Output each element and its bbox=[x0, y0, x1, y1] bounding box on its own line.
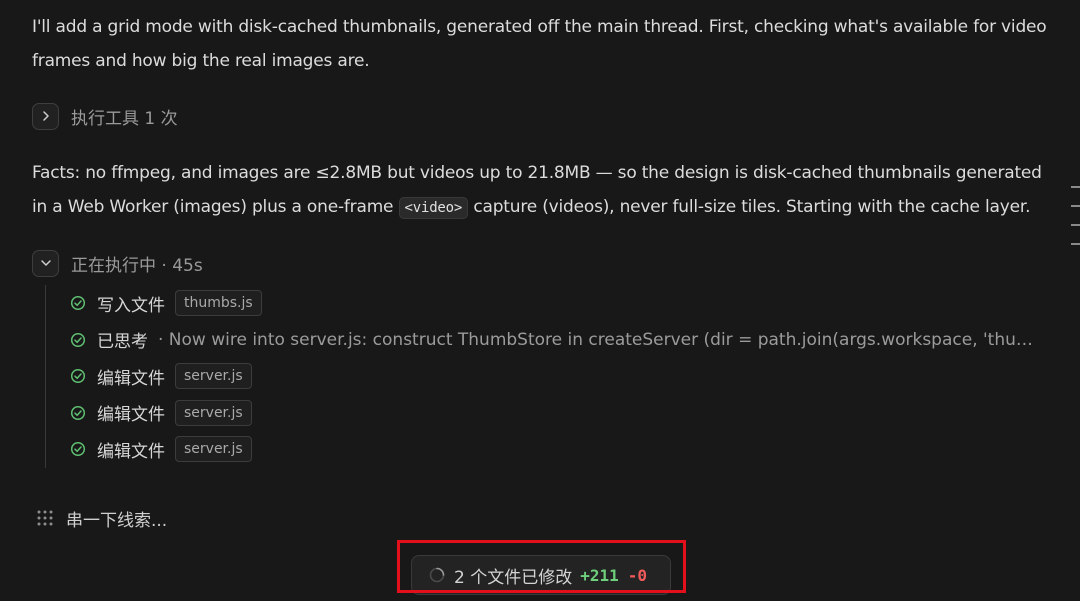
assistant-message-facts: Facts: no ffmpeg, and images are ≤2.8MB … bbox=[32, 156, 1052, 225]
scroll-minimap[interactable] bbox=[1071, 186, 1080, 262]
check-circle-icon bbox=[70, 296, 86, 311]
facts-text-after: capture (videos), never full-size tiles.… bbox=[468, 197, 1031, 217]
inline-code-video: <video> bbox=[398, 197, 469, 219]
step-label: 写入文件 bbox=[97, 295, 165, 316]
tool-step-thought[interactable]: 已思考 · Now wire into server.js: construct… bbox=[70, 322, 1055, 359]
assistant-message-intro: I'll add a grid mode with disk-cached th… bbox=[32, 17, 1047, 71]
tool-step-edit-file[interactable]: 编辑文件 server.js bbox=[70, 358, 1055, 395]
chat-panel: I'll add a grid mode with disk-cached th… bbox=[0, 0, 1080, 601]
file-chip[interactable]: server.js bbox=[175, 399, 252, 426]
chevron-right-icon[interactable] bbox=[32, 102, 59, 130]
tool-step-edit-file[interactable]: 编辑文件 server.js bbox=[70, 395, 1055, 432]
file-chip[interactable]: server.js bbox=[175, 436, 252, 463]
tool-step-write-file[interactable]: 写入文件 thumbs.js bbox=[70, 285, 1055, 322]
tool-step-edit-file[interactable]: 编辑文件 server.js bbox=[70, 431, 1055, 468]
check-circle-icon bbox=[70, 405, 86, 420]
tool-step-list: 写入文件 thumbs.js 已思考 · Now wire into serve… bbox=[45, 285, 1055, 468]
tool-group-label: 执行工具 1 次 bbox=[71, 108, 178, 129]
file-chip[interactable]: server.js bbox=[175, 363, 252, 390]
step-label: 编辑文件 bbox=[97, 405, 165, 426]
check-circle-icon bbox=[70, 369, 86, 384]
file-chip[interactable]: thumbs.js bbox=[175, 290, 262, 317]
thought-summary: · Now wire into server.js: construct Thu… bbox=[158, 329, 1048, 350]
step-label: 编辑文件 bbox=[97, 441, 165, 462]
tool-group-running-label: 正在执行中 · 45s bbox=[71, 255, 203, 276]
check-circle-icon bbox=[70, 332, 86, 347]
step-label: 已思考 bbox=[97, 332, 148, 353]
thinking-status: 串一下线索... bbox=[36, 505, 167, 531]
highlight-box bbox=[397, 540, 686, 593]
thinking-status-text: 串一下线索... bbox=[66, 510, 168, 531]
chevron-down-icon[interactable] bbox=[32, 249, 59, 277]
dots-grid-icon bbox=[37, 510, 53, 526]
check-circle-icon bbox=[70, 442, 86, 457]
tool-group-collapsed[interactable]: 执行工具 1 次 bbox=[32, 102, 178, 130]
step-label: 编辑文件 bbox=[97, 368, 165, 389]
tool-group-expanded[interactable]: 正在执行中 · 45s bbox=[32, 249, 203, 277]
